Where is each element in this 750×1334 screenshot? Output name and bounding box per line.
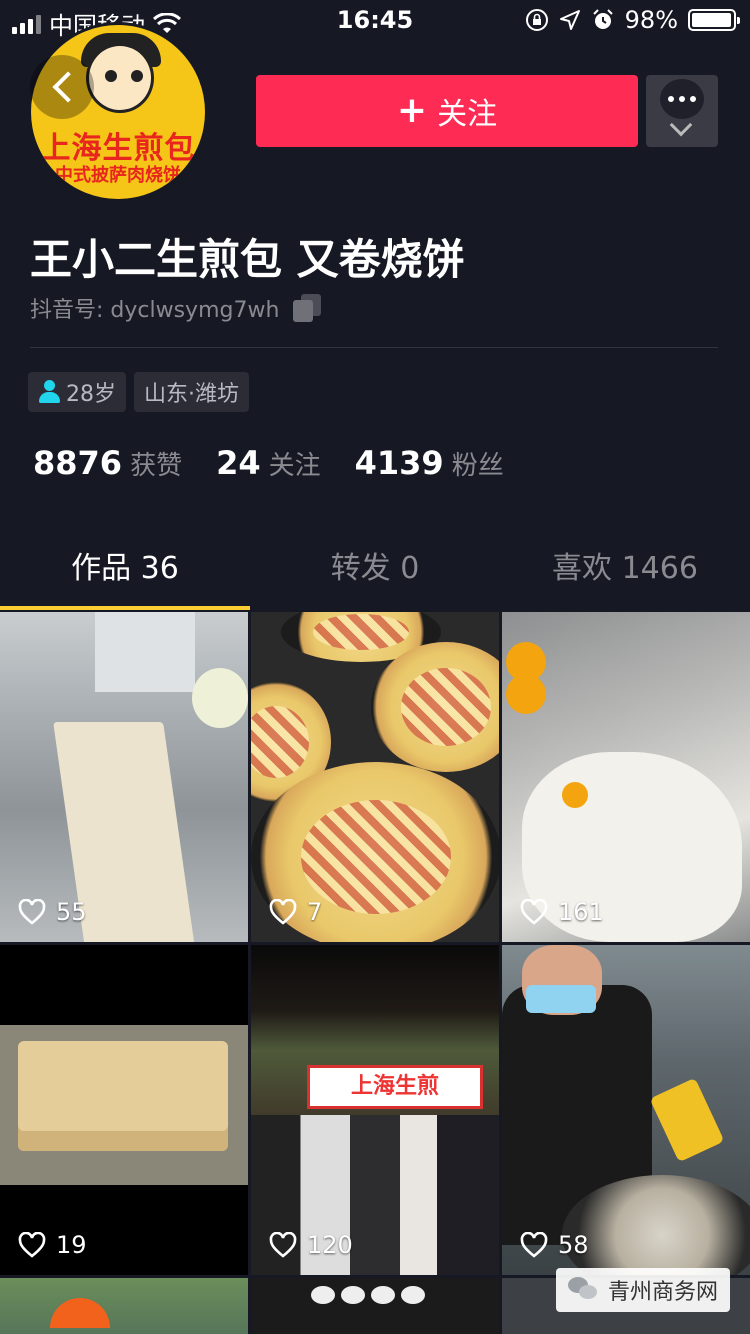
douyin-id-row: 抖音号: dyclwsymg7wh <box>30 292 322 324</box>
like-count: 120 <box>269 1231 353 1259</box>
video-thumbnail[interactable]: 58 <box>502 945 750 1275</box>
douyin-id: 抖音号: dyclwsymg7wh <box>30 298 280 323</box>
heart-icon <box>18 899 46 925</box>
wechat-icon <box>567 1277 598 1303</box>
like-count: 161 <box>520 898 604 926</box>
rotation-lock-icon <box>525 9 548 31</box>
battery-percent: 98% <box>624 6 678 34</box>
video-grid: 55 7 161 19 上海生煎 120 58 <box>0 612 750 1334</box>
alarm-icon <box>592 9 613 29</box>
avatar-logo-subtext: 中式披萨肉烧饼 <box>55 165 181 186</box>
person-icon <box>38 380 60 404</box>
stat-following[interactable]: 24 关注 <box>216 444 321 482</box>
like-count: 7 <box>269 898 322 926</box>
video-thumbnail[interactable]: 7 <box>251 612 499 942</box>
heart-icon <box>269 1232 297 1258</box>
heart-icon <box>520 1232 548 1258</box>
stall-sign: 上海生煎 <box>307 1065 483 1109</box>
content-tabs: 作品 36 转发 0 喜欢 1466 <box>0 530 750 610</box>
battery-icon <box>688 9 740 31</box>
video-thumbnail[interactable]: 161 <box>502 612 750 942</box>
like-count: 55 <box>18 898 87 926</box>
back-button[interactable] <box>30 55 94 119</box>
tab-likes[interactable]: 喜欢 1466 <box>500 530 750 610</box>
video-thumbnail[interactable]: 19 <box>0 945 248 1275</box>
follow-button[interactable]: + 关注 <box>256 75 638 147</box>
video-thumbnail[interactable]: 55 <box>0 612 248 942</box>
tab-works[interactable]: 作品 36 <box>0 530 250 610</box>
divider <box>30 347 718 348</box>
profile-tags: 28岁 山东·潍坊 <box>28 372 249 412</box>
stat-likes: 8876 获赞 <box>33 444 183 482</box>
heart-icon <box>520 899 548 925</box>
stat-followers[interactable]: 4139 粉丝 <box>355 444 504 482</box>
like-count: 19 <box>18 1231 87 1259</box>
profile-stats: 8876 获赞 24 关注 4139 粉丝 <box>33 444 504 482</box>
tag-age: 28岁 <box>28 372 126 412</box>
more-options-button[interactable] <box>646 75 718 147</box>
profile-name: 王小二生煎包 又卷烧饼 <box>30 235 465 284</box>
copy-icon[interactable] <box>293 294 322 322</box>
video-thumbnail[interactable] <box>0 1278 248 1334</box>
heart-icon <box>18 1232 46 1258</box>
more-dots-icon <box>660 79 704 119</box>
tag-location: 山东·潍坊 <box>134 372 249 412</box>
tab-reposts[interactable]: 转发 0 <box>250 530 500 610</box>
video-thumbnail[interactable]: 上海生煎 120 <box>251 945 499 1275</box>
video-thumbnail[interactable] <box>251 1278 499 1334</box>
plus-icon: + <box>396 90 428 131</box>
heart-icon <box>269 899 297 925</box>
location-icon <box>559 10 580 30</box>
follow-label: 关注 <box>437 97 498 132</box>
watermark: 青州商务网 <box>555 1268 730 1312</box>
like-count: 58 <box>520 1231 589 1259</box>
